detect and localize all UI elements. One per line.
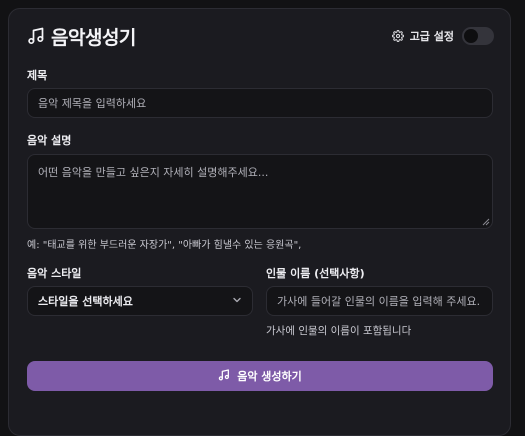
name-label: 인물 이름 (선택사항)	[266, 267, 365, 280]
description-hint: 예: "태교를 위한 부드러운 자장가", "아빠가 힘낼수 있는 응원곡",	[27, 240, 302, 251]
style-select[interactable]: 스타일을 선택하세요	[27, 286, 253, 316]
header: 음악생성기 고급 설정	[27, 23, 494, 49]
music-note-icon	[27, 27, 45, 45]
name-hint: 가사에 인물의 이름이 포함됩니다	[266, 325, 412, 337]
description-label: 음악 설명	[27, 134, 72, 147]
app-title: 음악생성기	[51, 26, 136, 49]
music-note-icon	[218, 368, 230, 384]
music-generator-card: 음악생성기 고급 설정 제목 음악 설명 예: "태교를 위한 부드러운 자장가…	[8, 8, 511, 436]
generate-button-label: 음악 생성하기	[237, 370, 302, 383]
title-input[interactable]	[27, 88, 493, 118]
generate-button[interactable]: 음악 생성하기	[27, 361, 493, 391]
toggle-knob	[464, 29, 478, 43]
gear-icon	[391, 27, 404, 46]
title-label: 제목	[27, 69, 48, 82]
style-select-value: 스타일을 선택하세요	[38, 295, 133, 308]
chevron-down-icon	[232, 295, 242, 308]
advanced-settings-label: 고급 설정	[409, 30, 454, 43]
name-input[interactable]	[266, 286, 493, 316]
advanced-settings[interactable]: 고급 설정	[391, 27, 494, 46]
advanced-settings-toggle[interactable]	[462, 27, 494, 45]
description-textarea[interactable]	[27, 154, 493, 229]
style-label: 음악 스타일	[27, 267, 82, 280]
title-group: 음악생성기	[27, 23, 136, 50]
